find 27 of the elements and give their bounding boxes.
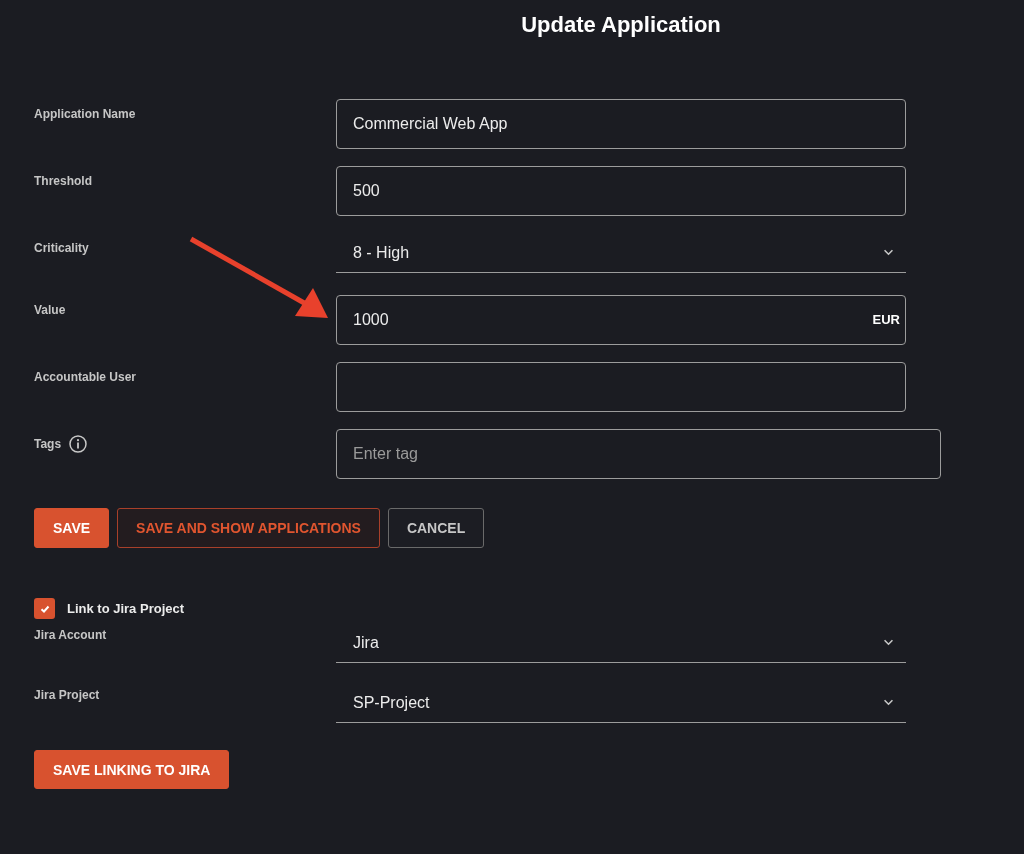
cancel-button[interactable]: CANCEL — [387, 508, 485, 548]
field-label: Tags — [34, 437, 62, 451]
page-title: Update Application — [520, 11, 722, 39]
dropdown-field[interactable]: SP-Project — [336, 683, 906, 723]
dropdown-field[interactable]: 8 - High — [336, 233, 906, 273]
field-label: Value — [34, 303, 66, 317]
field-label: Jira Account — [34, 628, 107, 642]
chevron-down-icon — [883, 639, 894, 646]
checkbox-label: Link to Jira Project — [67, 601, 185, 616]
text-field[interactable]: Commercial Web App — [336, 99, 906, 149]
save-linking-button[interactable]: SAVE LINKING TO JIRA — [34, 750, 230, 789]
chevron-down-icon — [883, 249, 894, 256]
field-label: Criticality — [34, 241, 89, 255]
save-button[interactable]: SAVE — [34, 508, 110, 548]
save-and-show-button[interactable]: SAVE AND SHOW APPLICATIONS — [117, 508, 380, 548]
tag-input-field[interactable]: Enter tag — [336, 429, 941, 479]
field-label: Threshold — [34, 174, 92, 188]
field-label: Jira Project — [34, 688, 100, 702]
info-icon[interactable] — [69, 435, 88, 453]
chevron-down-icon — [883, 699, 894, 706]
dropdown-field[interactable]: Jira — [336, 623, 906, 663]
field-label: Accountable User — [34, 370, 137, 384]
field-label: Application Name — [34, 107, 136, 121]
text-field[interactable] — [336, 362, 906, 412]
checkbox[interactable] — [34, 598, 55, 619]
text-field[interactable]: 500 — [336, 166, 906, 216]
currency-suffix: EUR — [872, 312, 900, 327]
